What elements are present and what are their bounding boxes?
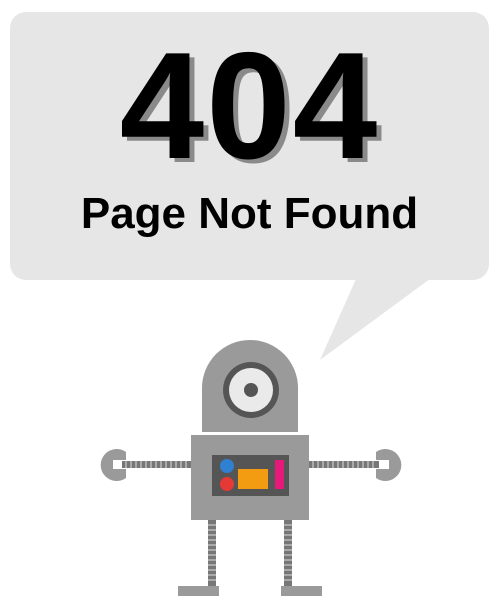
robot-left-arm (122, 461, 192, 468)
robot-right-arm (309, 461, 379, 468)
robot-right-leg (281, 520, 322, 596)
robot-body (191, 435, 309, 520)
robot-illustration (100, 340, 402, 596)
robot-left-leg (178, 520, 219, 596)
wrench-right-icon (376, 449, 402, 481)
robot-head (202, 340, 298, 432)
robot-eye (223, 362, 279, 418)
